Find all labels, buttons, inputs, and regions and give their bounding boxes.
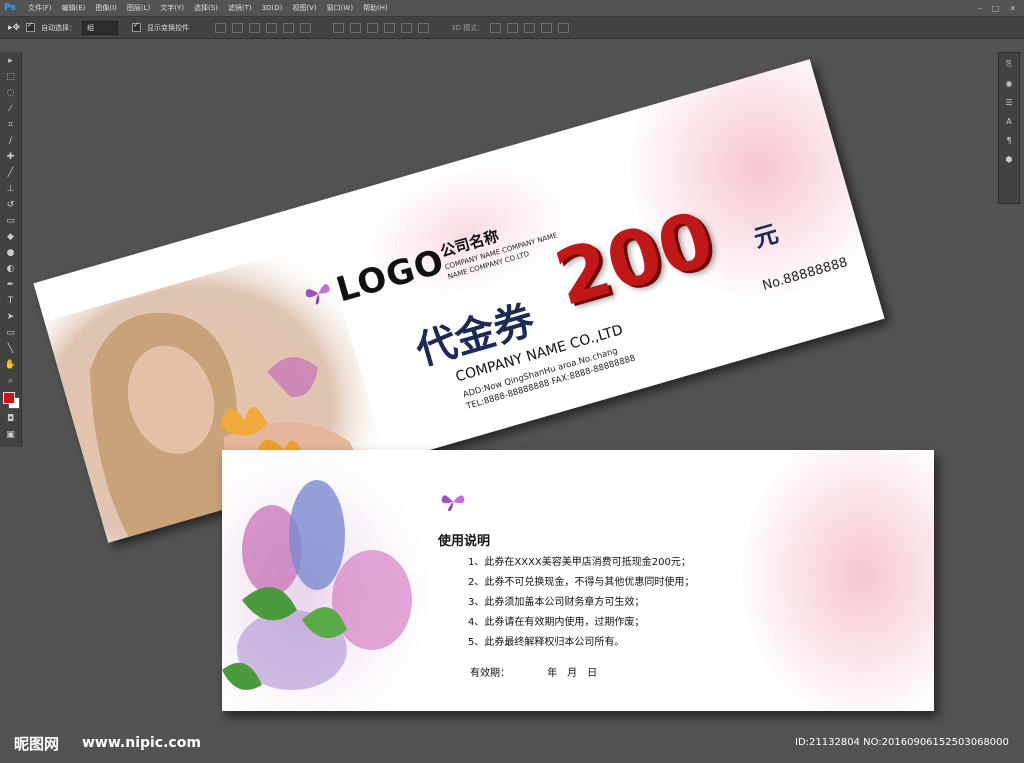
voucher-back: 使用说明 1、此券在XXXX美容美甲店消费可抵现金200元； 2、此券不可兑换现… (222, 450, 934, 711)
auto-select-checkbox[interactable] (26, 21, 36, 32)
3d-slide-icon[interactable] (541, 22, 553, 33)
clone-stamp-tool-icon[interactable]: ⊥ (4, 182, 17, 195)
healing-brush-tool-icon[interactable]: ✚ (4, 150, 17, 163)
watermark-site-name: 昵图网 (14, 735, 60, 753)
menu-layer[interactable]: 图层(L) (122, 3, 155, 13)
usage-rule: 2、此券不可兑换现金，不得与其他优惠同时使用； (468, 577, 695, 588)
quick-mask-icon[interactable]: ◘ (4, 412, 17, 425)
lasso-tool-icon[interactable]: ◌ (4, 86, 17, 99)
close-icon[interactable]: ✕ (1009, 4, 1016, 13)
usage-rule: 5、此券最终解释权归本公司所有。 (468, 637, 625, 648)
3d-panel-icon[interactable]: ⬢ (1003, 153, 1015, 165)
adjustments-panel-icon[interactable]: ◉ (1003, 77, 1015, 89)
mode-3d-label: 3D 模式： (451, 23, 485, 32)
validity-date-units: 年 月 日 (547, 668, 598, 679)
menu-3d[interactable]: 3D(D) (257, 4, 288, 12)
eyedropper-tool-icon[interactable]: ∕ (4, 134, 17, 147)
zoom-tool-icon[interactable]: ⌕ (4, 374, 17, 387)
pink-watercolor-wash (742, 450, 934, 711)
crop-tool-icon[interactable]: ⌗ (4, 118, 17, 131)
line-tool-icon[interactable]: ╲ (4, 342, 17, 355)
menu-view[interactable]: 视图(V) (287, 3, 321, 13)
type-tool-icon[interactable]: T (4, 294, 17, 307)
menu-file[interactable]: 文件(F) (23, 3, 57, 13)
eraser-tool-icon[interactable]: ▭ (4, 214, 17, 227)
distribute-bottom-icon[interactable] (367, 22, 379, 33)
move-tool-icon[interactable]: ▸ (4, 54, 17, 67)
marquee-tool-icon[interactable]: ⬚ (4, 70, 17, 83)
show-transform-label: 显示变换控件 (147, 23, 190, 32)
auto-select-dropdown[interactable]: 组 (82, 20, 119, 35)
move-tool-icon[interactable]: ▸✥ (8, 23, 20, 33)
tools-panel: ▸ ⬚ ◌ ⁄ ⌗ ∕ ✚ ╱ ⊥ ↺ ▭ ◆ ● ◐ ✒ T ➤ ▭ ╲ ✋ … (0, 52, 22, 447)
menu-image[interactable]: 图像(I) (90, 3, 122, 13)
path-selection-tool-icon[interactable]: ➤ (4, 310, 17, 323)
butterfly-icon (441, 495, 465, 512)
options-bar: ▸✥ 自动选择： 组 显示变换控件 3D 模式： (0, 17, 1024, 39)
pen-tool-icon[interactable]: ✒ (4, 278, 17, 291)
photoshop-logo: Ps (4, 3, 16, 13)
menu-filter[interactable]: 滤镜(T) (223, 3, 257, 13)
menu-edit[interactable]: 编辑(E) (57, 3, 91, 13)
distribute-top-icon[interactable] (333, 22, 345, 33)
usage-rule: 3、此券须加盖本公司财务章方可生效； (468, 597, 645, 608)
align-middle-icon[interactable] (232, 22, 244, 33)
menu-help[interactable]: 帮助(H) (358, 3, 393, 13)
watermark-site-url: www.nipic.com (82, 735, 201, 751)
dodge-tool-icon[interactable]: ◐ (4, 262, 17, 275)
menu-type[interactable]: 文字(Y) (155, 3, 189, 13)
blur-tool-icon[interactable]: ● (4, 246, 17, 259)
3d-pan-icon[interactable] (524, 22, 536, 33)
voucher-amount: 200 (545, 193, 723, 323)
paint-bucket-tool-icon[interactable]: ◆ (4, 230, 17, 243)
maximize-icon[interactable]: □ (992, 4, 1000, 13)
menu-window[interactable]: 窗口(W) (322, 3, 358, 13)
watermark-image-id: ID:21132804 NO:20160906152503068000 (795, 737, 1009, 748)
character-panel-icon[interactable]: A (1003, 115, 1015, 127)
usage-rule: 1、此券在XXXX美容美甲店消费可抵现金200元； (468, 557, 691, 568)
show-transform-checkbox[interactable] (132, 21, 142, 32)
validity-label: 有效期： (470, 668, 510, 679)
panel-dock: ⎘ ◉ ☰ A ¶ ⬢ (998, 52, 1020, 204)
align-right-icon[interactable] (300, 22, 312, 33)
auto-select-label: 自动选择： (41, 23, 77, 32)
3d-rotate-icon[interactable] (490, 22, 502, 33)
lilac-flowers-photo (222, 450, 452, 711)
usage-instructions-title: 使用说明 (438, 534, 491, 549)
foreground-color-swatch[interactable] (3, 392, 15, 404)
usage-rule: 4、此券请在有效期内使用，过期作废； (468, 617, 645, 628)
properties-panel-icon[interactable]: ☰ (1003, 96, 1015, 108)
brush-tool-icon[interactable]: ╱ (4, 166, 17, 179)
distribute-left-icon[interactable] (384, 22, 396, 33)
align-center-icon[interactable] (283, 22, 295, 33)
align-top-icon[interactable] (215, 22, 227, 33)
window-controls: – □ ✕ (978, 4, 1024, 13)
paragraph-panel-icon[interactable]: ¶ (1003, 134, 1015, 146)
menu-bar: Ps 文件(F) 编辑(E) 图像(I) 图层(L) 文字(Y) 选择(S) 滤… (0, 0, 1024, 17)
validity-row: 有效期： 年 月 日 (470, 664, 597, 679)
align-bottom-icon[interactable] (249, 22, 261, 33)
rectangle-tool-icon[interactable]: ▭ (4, 326, 17, 339)
3d-roll-icon[interactable] (507, 22, 519, 33)
history-panel-icon[interactable]: ⎘ (1003, 58, 1015, 70)
align-left-icon[interactable] (266, 22, 278, 33)
3d-scale-icon[interactable] (558, 22, 570, 33)
magic-wand-tool-icon[interactable]: ⁄ (4, 102, 17, 115)
history-brush-tool-icon[interactable]: ↺ (4, 198, 17, 211)
distribute-middle-icon[interactable] (350, 22, 362, 33)
screen-mode-icon[interactable]: ▣ (4, 428, 17, 441)
distribute-right-icon[interactable] (418, 22, 430, 33)
hand-tool-icon[interactable]: ✋ (4, 358, 17, 371)
distribute-center-icon[interactable] (401, 22, 413, 33)
minimize-icon[interactable]: – (978, 4, 982, 13)
menu-select[interactable]: 选择(S) (189, 3, 223, 13)
